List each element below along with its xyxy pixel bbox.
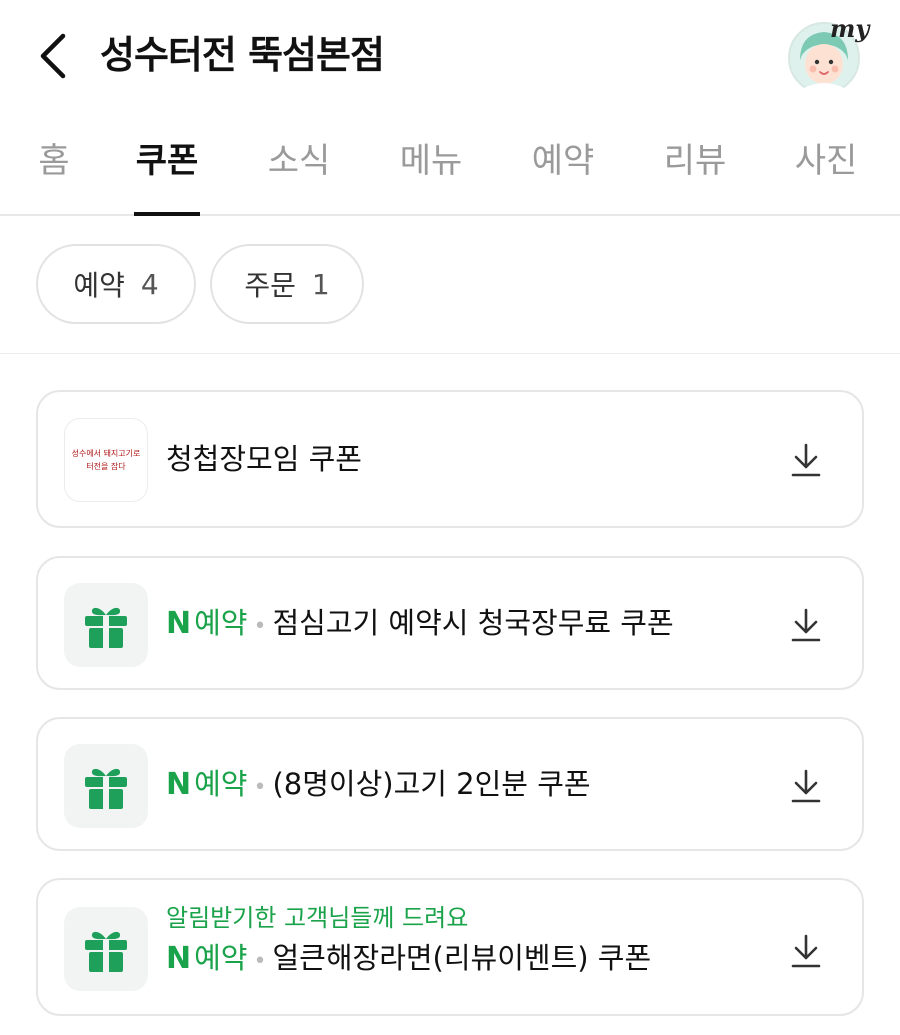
download-button[interactable] (788, 766, 824, 806)
filter-chip-reservation[interactable]: 예약 4 (36, 244, 196, 324)
coupon-text: 청첩장모임 쿠폰 (166, 439, 752, 479)
tab-coupon[interactable]: 쿠폰 (134, 138, 200, 216)
naver-reservation-badge: N 예약 (166, 606, 248, 641)
tab-news[interactable]: 소식 (266, 138, 332, 216)
download-button[interactable] (788, 931, 824, 971)
download-button[interactable] (788, 605, 824, 645)
tab-reservation[interactable]: 예약 (530, 138, 596, 216)
coupon-text: 알림받기한 고객님들께 드려요 N 예약 • 얼큰해장라면(리뷰이벤트) 쿠폰 (166, 902, 752, 982)
separator-dot: • (253, 614, 267, 639)
store-logo-text: 성수에서 돼지고기로 터전을 잡다 (71, 449, 141, 471)
header: 성수터전 뚝섬본점 my (0, 0, 900, 112)
coupon-card[interactable]: 성수에서 돼지고기로 터전을 잡다 청첩장모임 쿠폰 (36, 390, 864, 528)
separator-dot: • (253, 775, 267, 800)
page-title: 성수터전 뚝섬본점 (100, 33, 385, 77)
download-icon (791, 769, 821, 803)
filter-chip-order[interactable]: 주문 1 (210, 244, 364, 324)
download-icon (791, 443, 821, 477)
naver-reservation-badge: N 예약 (166, 941, 248, 976)
download-icon (791, 934, 821, 968)
separator-dot: • (253, 949, 267, 974)
tab-home[interactable]: 홈 (36, 138, 72, 216)
store-logo: 성수에서 돼지고기로 터전을 잡다 (64, 418, 148, 502)
gift-thumb (64, 907, 148, 991)
coupon-subtitle: 알림받기한 고객님들께 드려요 (166, 904, 469, 932)
active-tab-indicator (134, 212, 200, 216)
coupon-name: (8명이상)고기 2인분 쿠폰 (272, 767, 591, 801)
coupon-name: 얼큰해장라면(리뷰이벤트) 쿠폰 (272, 941, 652, 975)
gift-icon (85, 607, 127, 648)
coupon-text: N 예약 • (8명이상)고기 2인분 쿠폰 (166, 764, 752, 808)
tab-bar: 홈 쿠폰 소식 메뉴 예약 리뷰 사진 (0, 120, 900, 216)
coupon-name: 청첩장모임 쿠폰 (166, 442, 362, 476)
my-avatar-button[interactable]: my (786, 14, 869, 96)
gift-icon (85, 931, 127, 972)
coupon-name: 점심고기 예약시 청국장무료 쿠폰 (272, 606, 674, 640)
download-icon (791, 608, 821, 642)
coupon-text: N 예약 • 점심고기 예약시 청국장무료 쿠폰 (166, 603, 752, 647)
chevron-left-icon (40, 33, 66, 79)
avatar-my-label: my (830, 14, 870, 43)
tab-review[interactable]: 리뷰 (662, 138, 728, 216)
download-button[interactable] (788, 440, 824, 480)
tab-photo[interactable]: 사진 (793, 138, 859, 216)
back-button[interactable] (28, 30, 76, 82)
coupon-card[interactable]: 알림받기한 고객님들께 드려요 N 예약 • 얼큰해장라면(리뷰이벤트) 쿠폰 (36, 878, 864, 1016)
gift-thumb (64, 583, 148, 667)
naver-reservation-badge: N 예약 (166, 767, 248, 802)
tab-menu[interactable]: 메뉴 (398, 138, 464, 216)
filter-chips: 예약 4 주문 1 (0, 218, 900, 354)
gift-thumb (64, 744, 148, 828)
gift-icon (85, 768, 127, 809)
coupon-card[interactable]: N 예약 • (8명이상)고기 2인분 쿠폰 (36, 717, 864, 851)
coupon-card[interactable]: N 예약 • 점심고기 예약시 청국장무료 쿠폰 (36, 556, 864, 690)
